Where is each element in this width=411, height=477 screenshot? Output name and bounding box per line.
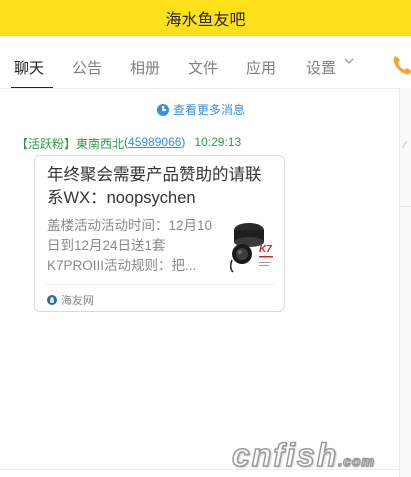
sender-tag: 【活跃粉】 — [16, 137, 77, 151]
tab-apps[interactable]: 应用 — [246, 57, 276, 78]
view-more-messages-label: 查看更多消息 — [173, 103, 246, 117]
card-divider — [46, 284, 274, 285]
watermark-text: cnfish — [231, 436, 339, 474]
card-title: 年终聚会需要产品赞助的请联系WX：noopsychen — [47, 166, 262, 207]
sender-id-close: ) — [181, 135, 186, 149]
message-header: 【活跃粉】 東南西北 ( 45989066 ) 10:29:13 — [16, 135, 241, 152]
tab-chat[interactable]: 聊天 — [14, 57, 44, 78]
message-time: 10:29:13 — [194, 135, 242, 149]
side-panel-divider — [400, 206, 411, 207]
clock-icon — [157, 103, 169, 116]
tab-album[interactable]: 相册 — [130, 57, 160, 78]
window-title: 海水鱼友吧 — [165, 12, 246, 29]
side-panel-mark: ⁄ — [404, 140, 406, 151]
chevron-down-icon[interactable] — [344, 58, 354, 65]
tab-announcements[interactable]: 公告 — [72, 57, 102, 78]
site-watermark: cnfish.com — [231, 436, 375, 474]
sender-id-link[interactable]: 45989066 — [128, 135, 181, 152]
view-more-messages-link[interactable]: 查看更多消息 — [157, 101, 245, 118]
tab-settings[interactable]: 设置 — [306, 57, 336, 78]
watermark-tld: .com — [337, 452, 375, 470]
product-thumbnail: K7 — [225, 216, 275, 274]
svg-text:K7: K7 — [259, 244, 272, 255]
haiyou-logo-icon — [47, 295, 57, 305]
tab-files[interactable]: 文件 — [188, 57, 218, 78]
sender-name[interactable]: 東南西北 — [76, 135, 124, 152]
card-description: 盖楼活动活动时间：12月10日到12月24日送1套K7PROIII活动规则：把.… — [47, 218, 213, 273]
card-source-label: 海友网 — [61, 295, 94, 307]
card-source: 海友网 — [47, 292, 94, 308]
shared-link-card[interactable]: 年终聚会需要产品赞助的请联系WX：noopsychen 盖楼活动活动时间：12月… — [34, 155, 285, 312]
phone-icon[interactable] — [392, 54, 411, 76]
tab-bar-divider — [0, 88, 400, 89]
window-title-bar: 海水鱼友吧 — [0, 0, 411, 36]
